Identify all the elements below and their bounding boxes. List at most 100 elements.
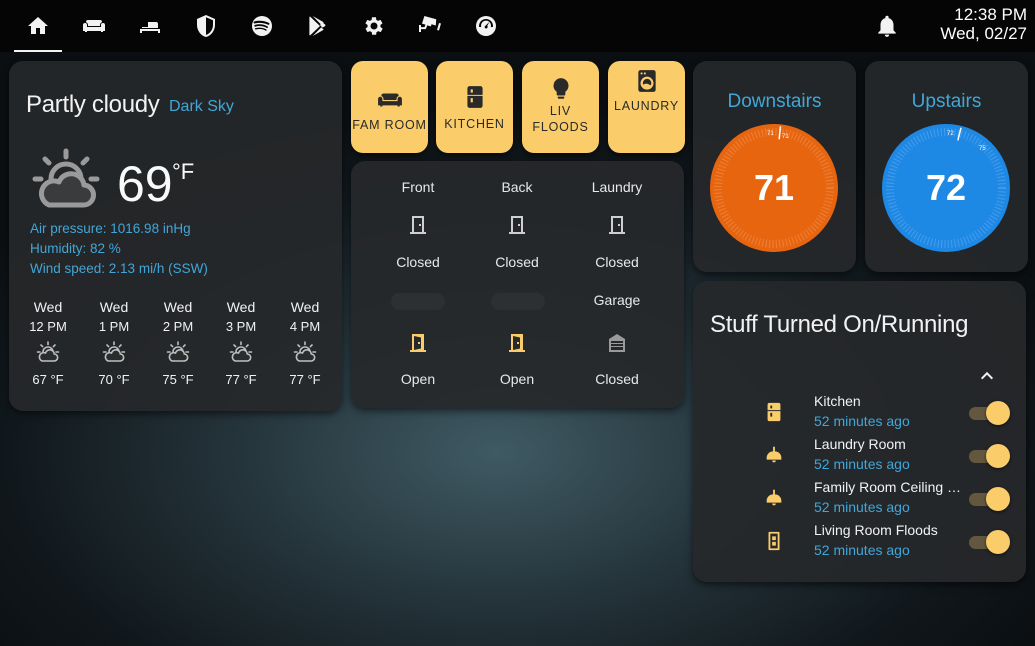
top-app-bar: 12:38 PM Wed, 02/27 <box>0 0 1035 52</box>
tab-spotify[interactable] <box>234 0 290 52</box>
door-closed-icon <box>509 216 525 234</box>
list-item: Family Room Ceiling Light 52 minutes ago <box>693 479 1033 523</box>
forecast-hour: 1 PM <box>98 319 130 334</box>
forecast-hour-4: Wed 4 PM 77 °F <box>275 299 335 387</box>
google-play-icon <box>309 16 326 36</box>
bell-icon <box>878 15 896 37</box>
forecast-day: Wed <box>99 299 129 315</box>
air-pressure: Air pressure: 1016.98 inHg <box>30 221 191 236</box>
item-time: 52 minutes ago <box>814 542 910 558</box>
partly-cloudy-icon <box>293 341 317 362</box>
forecast-day: Wed <box>290 299 320 315</box>
item-name: Laundry Room <box>814 436 906 452</box>
door-closed-icon <box>609 216 625 234</box>
light-switch-icon <box>768 531 780 551</box>
door-open-icon <box>509 334 525 352</box>
partly-cloudy-icon <box>102 341 126 362</box>
list-item: Living Room Floods 52 minutes ago <box>693 522 1033 566</box>
tab-system[interactable] <box>458 0 514 52</box>
fam-room-button[interactable]: FAM ROOM <box>351 61 428 153</box>
liv-floods-label-line2: FLOODS <box>532 120 589 134</box>
item-name: Living Room Floods <box>814 522 938 538</box>
ceiling-light-icon <box>766 446 782 463</box>
tab-settings[interactable] <box>346 0 402 52</box>
weather-card[interactable]: Partly cloudy Dark Sky 69 °F Air pressur… <box>9 61 342 411</box>
tab-bedroom[interactable] <box>122 0 178 52</box>
fridge-icon <box>767 402 781 422</box>
forecast-temp: 70 °F <box>98 372 130 387</box>
garage-icon <box>609 334 625 352</box>
lightbulb-icon <box>552 78 569 99</box>
partly-cloudy-icon <box>166 341 190 362</box>
front-door-pill <box>391 293 445 310</box>
view-tabs <box>10 0 514 52</box>
kitchen-button[interactable]: KITCHEN <box>436 61 513 153</box>
cctv-icon <box>419 16 441 32</box>
laundry-room-toggle[interactable] <box>969 444 1010 468</box>
garage-label-wrap: Garage <box>567 292 667 308</box>
forecast-hour: 2 PM <box>162 319 194 334</box>
forecast-hour-3: Wed 3 PM 77 °F <box>211 299 271 387</box>
weather-condition: Partly cloudy <box>26 91 160 118</box>
tab-security[interactable] <box>178 0 234 52</box>
garage-door[interactable]: Closed <box>567 331 667 387</box>
notifications-button[interactable] <box>874 13 900 39</box>
back-door-open[interactable]: Open <box>467 331 567 387</box>
item-time: 52 minutes ago <box>814 499 910 515</box>
living-room-floods-toggle[interactable] <box>969 530 1010 554</box>
current-temperature: 69 <box>117 156 173 212</box>
thermostat-downstairs-value: 71 <box>754 167 794 208</box>
thermostat-upstairs-name: Upstairs <box>911 91 982 112</box>
partly-cloudy-icon <box>229 341 253 362</box>
item-time: 52 minutes ago <box>814 456 910 472</box>
forecast-temp: 75 °F <box>162 372 194 387</box>
thermostat-upstairs-target-b: 75 <box>979 146 986 152</box>
chevron-up-icon[interactable] <box>979 368 995 384</box>
tab-home[interactable] <box>10 0 66 52</box>
clock-date: Wed, 02/27 <box>940 24 1027 43</box>
tab-google-play[interactable] <box>290 0 346 52</box>
tab-cameras[interactable] <box>402 0 458 52</box>
kitchen-toggle[interactable] <box>969 401 1010 425</box>
forecast-hour: 3 PM <box>225 319 257 334</box>
forecast-hour-0: Wed 12 PM 67 °F <box>18 299 78 387</box>
doors-card: Front Closed Back Closed Laundry Closed … <box>351 161 684 408</box>
door-open-icon <box>410 334 426 352</box>
thermostat-upstairs-dial[interactable]: 72 75 72 <box>881 123 1011 253</box>
thermostat-downstairs[interactable]: Downstairs 71 71 71 <box>693 61 856 272</box>
family-room-ceiling-light-toggle[interactable] <box>969 487 1010 511</box>
forecast-day: Wed <box>163 299 193 315</box>
forecast-day: Wed <box>226 299 256 315</box>
thermostat-upstairs-value: 72 <box>926 167 966 208</box>
thermostat-downstairs-target-a: 71 <box>767 131 774 137</box>
liv-floods-button[interactable]: LIV FLOODS <box>522 61 599 153</box>
back-door-state: Closed <box>495 254 539 270</box>
washing-machine-icon <box>637 70 656 92</box>
laundry-door[interactable]: Laundry Closed <box>567 179 667 270</box>
fridge-icon <box>466 86 483 108</box>
shield-icon <box>197 15 215 37</box>
forecast-hour: 4 PM <box>289 319 321 334</box>
thermostat-downstairs-dial[interactable]: 71 71 71 <box>709 123 839 253</box>
garage-door-state: Closed <box>595 371 639 387</box>
back-door-pill <box>491 293 545 310</box>
tab-family-room[interactable] <box>66 0 122 52</box>
laundry-button[interactable]: LAUNDRY <box>608 61 685 153</box>
door-closed-icon <box>410 216 426 234</box>
liv-floods-label-line1: LIV <box>549 104 572 118</box>
garage-label: Garage <box>593 292 641 308</box>
front-door[interactable]: Front Closed <box>368 179 468 270</box>
forecast-day: Wed <box>33 299 63 315</box>
sofa-icon <box>83 20 105 32</box>
stuff-on-title: Stuff Turned On/Running <box>710 311 969 338</box>
front-door-state: Closed <box>396 254 440 270</box>
weather-source: Dark Sky <box>169 98 234 115</box>
clock-time: 12:38 PM <box>954 5 1027 24</box>
thermostat-upstairs[interactable]: Upstairs 72 75 72 <box>865 61 1028 272</box>
partly-cloudy-icon <box>32 148 100 208</box>
front-door-open[interactable]: Open <box>368 331 468 387</box>
item-name: Kitchen <box>814 393 861 409</box>
forecast-temp: 77 °F <box>289 372 321 387</box>
clock: 12:38 PM Wed, 02/27 <box>940 5 1027 43</box>
back-door[interactable]: Back Closed <box>467 179 567 270</box>
